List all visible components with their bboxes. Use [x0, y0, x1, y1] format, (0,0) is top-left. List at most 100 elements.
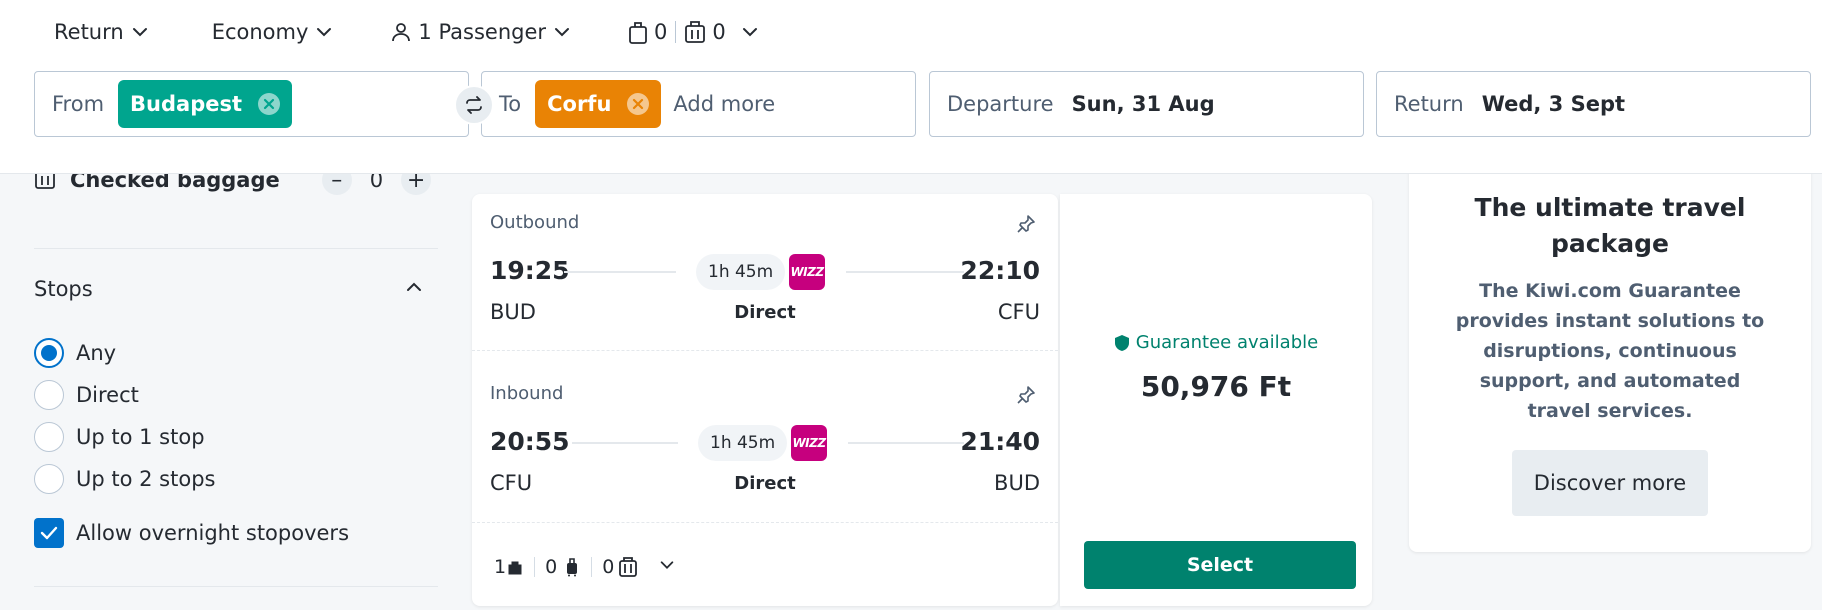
cabin-bags-count: 0	[654, 20, 668, 44]
destination-chip-label: Corfu	[547, 92, 612, 116]
route-line	[572, 442, 678, 444]
search-options-row: Return Economy 1 Passenger 0 0	[48, 14, 760, 50]
return-value: Wed, 3 Sept	[1481, 92, 1626, 116]
arrival-airport-code: CFU	[997, 300, 1040, 324]
chevron-down-icon	[314, 22, 334, 42]
departure-date-field[interactable]: Departure Sun, 31 Aug	[929, 71, 1364, 137]
to-field[interactable]: To Corfu Add more	[481, 71, 916, 137]
checked-bag-icon	[619, 557, 638, 577]
swap-locations-button[interactable]	[454, 85, 494, 125]
checkbox[interactable]	[34, 518, 64, 548]
divider	[591, 557, 593, 577]
route-line	[564, 271, 676, 273]
search-header: Return Economy 1 Passenger 0 0 From Buda…	[0, 0, 1822, 174]
personal-item-count: 1	[494, 556, 524, 578]
duration-badge: 1h 45m	[698, 425, 788, 461]
overnight-label: Allow overnight stopovers	[76, 521, 350, 545]
flight-result-card[interactable]: Outbound 19:25 1h 45m WIZZ 22:10 BUD Dir…	[472, 194, 1058, 606]
divider	[472, 350, 1058, 351]
stop-option-up-to-1[interactable]: Up to 1 stop	[34, 420, 205, 454]
trip-type-label: Return	[54, 20, 124, 44]
route-line	[846, 271, 964, 273]
passengers-label: 1 Passenger	[418, 20, 547, 44]
stop-option-label: Up to 2 stops	[76, 467, 216, 491]
price-panel: Guarantee available 50,976 Ft Select	[1060, 194, 1372, 606]
origin-chip-label: Budapest	[130, 92, 243, 116]
shield-icon	[1114, 334, 1129, 351]
duration-badge: 1h 45m	[696, 254, 786, 290]
checkmark-icon	[40, 526, 58, 540]
select-button[interactable]: Select	[1084, 541, 1356, 589]
add-more-destinations[interactable]: Add more	[673, 92, 775, 116]
radio-button[interactable]	[34, 380, 64, 410]
remove-origin-icon[interactable]	[258, 93, 281, 115]
divider	[34, 248, 438, 249]
guarantee-badge: Guarantee available	[1060, 332, 1372, 353]
checked-bags-count: 0	[712, 20, 726, 44]
stop-option-up-to-2[interactable]: Up to 2 stops	[34, 462, 215, 496]
stop-option-any[interactable]: Any	[34, 336, 116, 370]
stop-option-label: Any	[76, 341, 117, 365]
to-label: To	[499, 92, 522, 116]
pin-icon[interactable]	[1016, 214, 1036, 238]
cabin-bag-count: 0	[545, 556, 581, 578]
overnight-stopovers-option[interactable]: Allow overnight stopovers	[34, 516, 349, 550]
personal-item-icon	[508, 561, 522, 575]
checked-bag-icon	[684, 20, 706, 44]
departure-label: Departure	[947, 92, 1054, 116]
destination-chip[interactable]: Corfu	[535, 80, 662, 128]
trip-type-select[interactable]: Return	[48, 14, 150, 50]
promo-body: The Kiwi.com Guarantee provides instant …	[1455, 280, 1765, 422]
return-label: Return	[1394, 92, 1464, 116]
stops-section-header[interactable]: Stops	[34, 274, 438, 304]
checked-bag-count: 0	[602, 556, 638, 578]
bag-summary-toggle[interactable]: 1 0 0	[494, 550, 676, 584]
stops-title: Stops	[34, 277, 93, 301]
radio-button[interactable]	[34, 422, 64, 452]
from-field[interactable]: From Budapest	[34, 71, 469, 137]
cabin-class-label: Economy	[211, 20, 309, 44]
promo-title: The ultimate travel package	[1474, 193, 1746, 258]
remove-destination-icon[interactable]	[627, 93, 650, 115]
chevron-up-icon	[404, 277, 424, 301]
divider	[472, 522, 1058, 523]
departure-value: Sun, 31 Aug	[1071, 92, 1215, 116]
outbound-leg: Outbound 19:25 1h 45m WIZZ 22:10 BUD Dir…	[472, 194, 1058, 364]
chevron-down-icon	[658, 556, 676, 579]
arrival-airport-code: BUD	[994, 471, 1040, 495]
leg-direction-label: Inbound	[490, 383, 564, 404]
origin-chip[interactable]: Budapest	[118, 80, 293, 128]
person-icon	[390, 21, 412, 43]
chevron-down-icon	[552, 22, 572, 42]
from-label: From	[52, 92, 105, 116]
guarantee-promo-card: The ultimate travel package The Kiwi.com…	[1409, 150, 1811, 552]
stop-option-label: Direct	[76, 383, 139, 407]
radio-button[interactable]	[34, 464, 64, 494]
cabin-bag-icon	[567, 558, 578, 577]
cabin-class-select[interactable]: Economy	[206, 14, 335, 50]
guarantee-label: Guarantee available	[1135, 332, 1319, 353]
inbound-leg: Inbound 20:55 1h 45m WIZZ 21:40 CFU Dire…	[472, 365, 1058, 535]
airline-logo: WIZZ	[789, 254, 825, 290]
cabin-bag-icon	[628, 20, 648, 44]
departure-time: 19:25	[490, 256, 570, 285]
stop-option-label: Up to 1 stop	[76, 425, 205, 449]
leg-direction-label: Outbound	[490, 212, 580, 233]
bags-select[interactable]: 0 0	[628, 14, 760, 50]
chevron-down-icon	[130, 22, 150, 42]
divider	[34, 586, 438, 587]
passengers-select[interactable]: 1 Passenger	[390, 14, 572, 50]
arrival-time: 21:40	[960, 427, 1040, 456]
stops-label: Direct	[734, 473, 796, 494]
stop-option-direct[interactable]: Direct	[34, 378, 139, 412]
radio-button[interactable]	[34, 338, 64, 368]
divider	[534, 557, 536, 577]
pin-icon[interactable]	[1016, 385, 1036, 409]
departure-time: 20:55	[490, 427, 570, 456]
route-line	[848, 442, 964, 444]
chevron-down-icon	[740, 22, 760, 42]
stops-label: Direct	[734, 302, 796, 323]
discover-more-button[interactable]: Discover more	[1512, 450, 1708, 516]
return-date-field[interactable]: Return Wed, 3 Sept	[1376, 71, 1811, 137]
divider	[675, 21, 677, 43]
